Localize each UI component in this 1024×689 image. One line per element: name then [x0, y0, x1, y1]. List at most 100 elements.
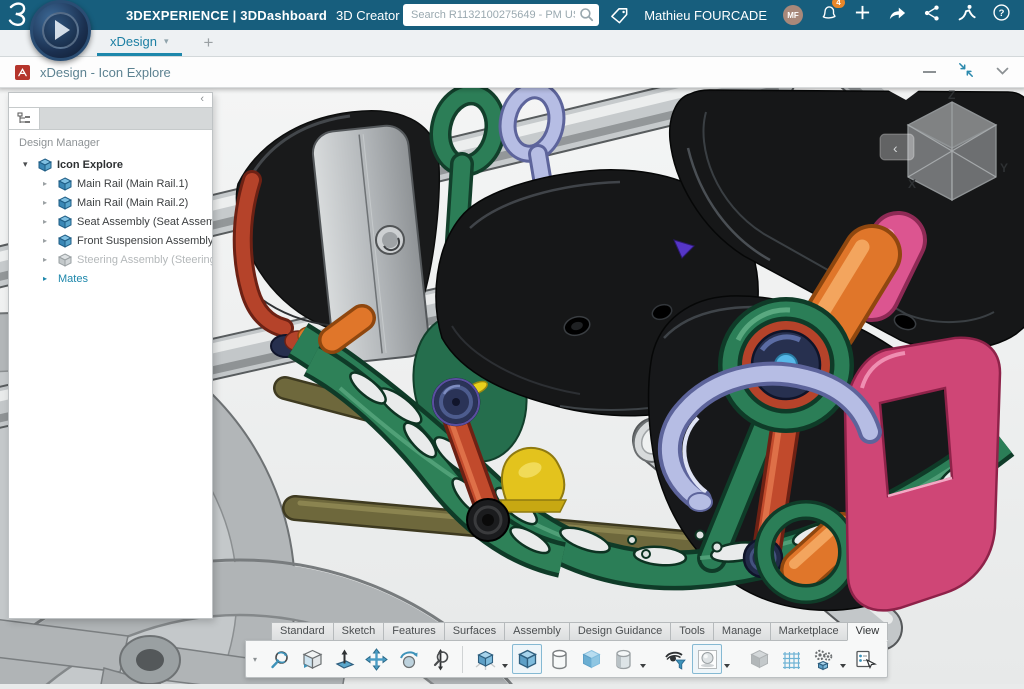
ghost-view-button[interactable]	[744, 644, 774, 674]
tree-item-front-suspension[interactable]: ▸ Front Suspension Assembly (Fro...	[9, 231, 212, 250]
tree-item-label: Seat Assembly (Seat Assembly.1)	[77, 216, 212, 228]
ribbon-tab-design-guidance[interactable]: Design Guidance	[569, 622, 670, 641]
toolbar-collapse-chevron-icon[interactable]: ▾	[253, 655, 257, 664]
back-chevron-icon: ‹	[893, 140, 898, 156]
expand-menu-chevron-icon[interactable]	[996, 63, 1009, 81]
zoom-button[interactable]	[425, 644, 455, 674]
ribbon-tab-assembly[interactable]: Assembly	[504, 622, 569, 641]
ribbon-tab-marketplace[interactable]: Marketplace	[770, 622, 847, 641]
tree-item-label: Steering Assembly (Steering As...	[77, 254, 212, 266]
notifications-button[interactable]: 4	[819, 3, 838, 27]
top-bar: 3DEXPERIENCE | 3DDashboard 3D Creator Ma…	[0, 0, 1024, 30]
tree-item-label: Front Suspension Assembly (Fro...	[77, 235, 212, 247]
app-tab-bar: xDesign ▾ +	[0, 30, 1024, 57]
expand-arrow-icon[interactable]: ▸	[43, 236, 53, 245]
new-tab-button[interactable]: +	[204, 30, 214, 56]
window-title: xDesign - Icon Explore	[40, 65, 171, 80]
expand-arrow-icon[interactable]: ▸	[43, 179, 53, 188]
toolbar-separator	[462, 646, 463, 673]
avatar[interactable]: MF	[783, 5, 803, 25]
panel-title: Design Manager	[9, 130, 212, 155]
axis-y-label[interactable]: Y	[1000, 161, 1008, 175]
shaded-button[interactable]	[576, 644, 606, 674]
dropdown-caret-icon[interactable]	[502, 664, 508, 668]
app-name[interactable]: 3D Creator	[336, 8, 400, 23]
share-forward-icon[interactable]	[887, 4, 907, 27]
add-button[interactable]	[854, 4, 871, 26]
component-icon	[58, 177, 72, 191]
pan-button[interactable]	[361, 644, 391, 674]
window-title-bar: xDesign - Icon Explore	[0, 57, 1024, 88]
global-search[interactable]	[403, 4, 599, 26]
share-network-icon[interactable]	[923, 4, 941, 27]
assembly-icon	[38, 158, 52, 172]
3dexperience-compass[interactable]	[30, 0, 91, 61]
brand-title: 3DEXPERIENCE | 3DDashboard	[126, 8, 327, 23]
clamp-screw[interactable]	[376, 226, 404, 254]
dropdown-caret-icon[interactable]	[640, 664, 646, 668]
realistic-rendering-button[interactable]	[692, 644, 722, 674]
isometric-view-button[interactable]	[297, 644, 327, 674]
design-manager-panel: ‹ Design Manager ▾ Icon Explore ▸	[8, 92, 213, 619]
expand-arrow-icon[interactable]: ▸	[43, 198, 53, 207]
shaded-edges-button[interactable]	[512, 644, 542, 674]
tree-item-main-rail-1[interactable]: ▸ Main Rail (Main Rail.1)	[9, 174, 212, 193]
tree-item-seat-assembly[interactable]: ▸ Seat Assembly (Seat Assembly.1)	[9, 212, 212, 231]
minimize-icon[interactable]	[923, 71, 936, 73]
tab-design-manager[interactable]	[9, 108, 40, 129]
expand-arrow-icon[interactable]: ▸	[43, 274, 53, 283]
tab-xdesign[interactable]: xDesign ▾	[97, 30, 182, 56]
tab-chevron-down-icon[interactable]: ▾	[164, 36, 169, 47]
dropdown-caret-icon[interactable]	[840, 664, 846, 668]
expand-arrow-icon[interactable]: ▾	[23, 159, 33, 170]
tree-item-label: Mates	[58, 273, 88, 285]
tree-item-label: Main Rail (Main Rail.2)	[77, 197, 188, 209]
tree-item-steering-assembly[interactable]: ▸ Steering Assembly (Steering As...	[9, 250, 212, 269]
expand-arrow-icon[interactable]: ▸	[43, 255, 53, 264]
notification-badge: 4	[832, 0, 845, 8]
ribbon-tab-surfaces[interactable]: Surfaces	[444, 622, 504, 641]
grid-button[interactable]	[776, 644, 806, 674]
normal-to-button[interactable]	[329, 644, 359, 674]
wireframe-button[interactable]	[544, 644, 574, 674]
dropdown-caret-icon[interactable]	[724, 664, 730, 668]
expand-arrow-icon[interactable]: ▸	[43, 217, 53, 226]
3ds-logo-icon	[6, 0, 30, 31]
ribbon-tabs: Standard Sketch Features Surfaces Assemb…	[271, 622, 888, 641]
hide-show-filter-button[interactable]	[660, 644, 690, 674]
help-icon[interactable]: ?	[992, 3, 1011, 27]
ribbon-tab-tools[interactable]: Tools	[670, 622, 713, 641]
zoom-fit-button[interactable]	[265, 644, 295, 674]
ribbon-tab-view[interactable]: View	[847, 622, 889, 641]
viewcube-back-button[interactable]: ‹	[880, 134, 914, 160]
window-controls	[923, 62, 1009, 83]
component-icon	[58, 196, 72, 210]
ribbon-tab-sketch[interactable]: Sketch	[333, 622, 384, 641]
ribbon-tab-standard[interactable]: Standard	[271, 622, 333, 641]
tree-item-mates[interactable]: ▸ Mates	[9, 269, 212, 288]
search-input[interactable]	[403, 4, 599, 26]
3ds-assistant-icon[interactable]	[957, 3, 976, 27]
tree-item-icon-explore[interactable]: ▾ Icon Explore	[9, 155, 212, 174]
panel-tab-strip	[9, 107, 212, 130]
selection-preferences-button[interactable]	[850, 644, 880, 674]
performance-button[interactable]	[808, 644, 838, 674]
ribbon-tab-features[interactable]: Features	[383, 622, 443, 641]
user-name[interactable]: Mathieu FOURCADE	[644, 8, 767, 23]
rotate-button[interactable]	[393, 644, 423, 674]
panel-collapse-icon[interactable]: ‹	[9, 93, 212, 107]
component-icon	[58, 215, 72, 229]
tag-icon[interactable]	[609, 5, 630, 31]
header-actions: Mathieu FOURCADE MF 4 ?	[644, 3, 1024, 27]
tree-item-main-rail-2[interactable]: ▸ Main Rail (Main Rail.2)	[9, 193, 212, 212]
tree-item-label: Main Rail (Main Rail.1)	[77, 178, 188, 190]
ribbon-tab-manage[interactable]: Manage	[713, 622, 770, 641]
tree-structure-icon	[17, 112, 31, 125]
view-modes-button[interactable]	[470, 644, 500, 674]
search-icon[interactable]	[579, 7, 594, 27]
svg-text:?: ?	[999, 8, 1005, 19]
tree-item-label: Icon Explore	[57, 159, 123, 171]
collapse-window-icon[interactable]	[958, 62, 974, 83]
shaded-material-button[interactable]	[608, 644, 638, 674]
axis-x-label[interactable]: X	[908, 177, 916, 191]
